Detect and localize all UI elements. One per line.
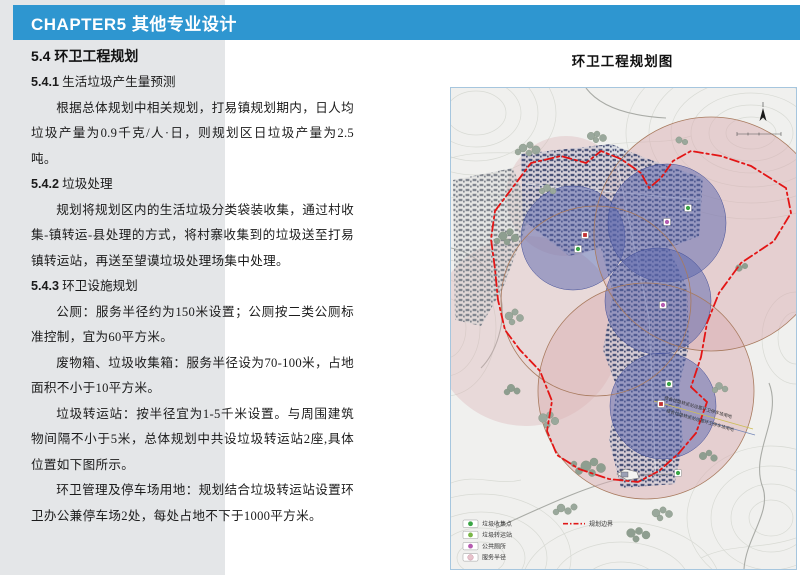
- subsection-heading: 5.4.3 环卫设施规划: [31, 274, 354, 300]
- svg-text:垃圾转运站: 垃圾转运站: [482, 531, 512, 539]
- svg-text:公共厕所: 公共厕所: [482, 542, 506, 550]
- subsection-heading: 5.4.1 生活垃圾产生量预测: [31, 70, 354, 96]
- garbage-collection-marker: [666, 381, 673, 388]
- paragraph: 公厕：服务半径约为150米设置；公厕按二类公厕标准控制，宜为60平方米。: [31, 300, 354, 351]
- public-toilet-icon: [468, 544, 473, 549]
- transfer-station-icon: [468, 533, 473, 538]
- section-number: 5.4: [31, 48, 50, 64]
- legend-item-public-toilet: 公共厕所: [463, 542, 506, 550]
- chapter-title: CHAPTER5 其他专业设计: [13, 10, 237, 35]
- sanitation-planning-map: 结合垃圾转运站设置环卫停车场用地 结合垃圾转运站设置环卫停车场用地: [450, 87, 797, 570]
- garbage-collection-marker: [575, 246, 582, 253]
- svg-text:规划边界: 规划边界: [589, 520, 613, 528]
- transfer-station-marker: [582, 232, 589, 239]
- text-column: 5.4 环卫工程规划 5.4.1 生活垃圾产生量预测 根据总体规划中相关规划，打…: [31, 46, 354, 529]
- section-heading: 5.4 环卫工程规划: [31, 46, 354, 66]
- map-title: 环卫工程规划图: [450, 50, 795, 70]
- paragraph: 废物箱、垃圾收集箱：服务半径设为70-100米，占地面积不小于10平方米。: [31, 351, 354, 402]
- paragraph: 根据总体规划中相关规划，打易镇规划期内，日人均垃圾产量为0.9千克/人·日，则规…: [31, 96, 354, 173]
- public-toilet-marker: [660, 302, 667, 309]
- map-canvas: 结合垃圾转运站设置环卫停车场用地 结合垃圾转运站设置环卫停车场用地: [451, 88, 796, 569]
- collection-point-icon: [468, 521, 473, 526]
- legend-item-transfer-station: 垃圾转运站: [463, 531, 512, 539]
- document-page: CHAPTER5 其他专业设计 5.4 环卫工程规划 5.4.1 生活垃圾产生量…: [0, 0, 800, 575]
- garbage-collection-marker: [685, 205, 692, 212]
- garbage-collection-marker: [675, 470, 682, 477]
- section-title: 环卫工程规划: [54, 48, 138, 64]
- svg-text:服务半径: 服务半径: [482, 554, 506, 562]
- service-radius-icon: [468, 555, 474, 561]
- chapter-header-bar: CHAPTER5 其他专业设计: [13, 5, 800, 40]
- legend-item-service-radius: 服务半径: [463, 554, 506, 562]
- subsection-heading: 5.4.2 垃圾处理: [31, 172, 354, 198]
- transfer-station-marker: [658, 401, 665, 408]
- legend-item-collection-point: 垃圾收集点: [463, 520, 512, 528]
- public-toilet-marker: [664, 219, 671, 226]
- svg-text:垃圾收集点: 垃圾收集点: [482, 520, 512, 528]
- paragraph: 规划将规划区内的生活垃圾分类袋装收集，通过村收集-镇转运-县处理的方式，将村寨收…: [31, 198, 354, 275]
- paragraph: 垃圾转运站：按半径宜为1-5千米设置。与周围建筑物间隔不小于5米，总体规划中共设…: [31, 402, 354, 479]
- paragraph: 环卫管理及停车场用地：规划结合垃圾转运站设置环卫办公兼停车场2处，每处占地不下于…: [31, 478, 354, 529]
